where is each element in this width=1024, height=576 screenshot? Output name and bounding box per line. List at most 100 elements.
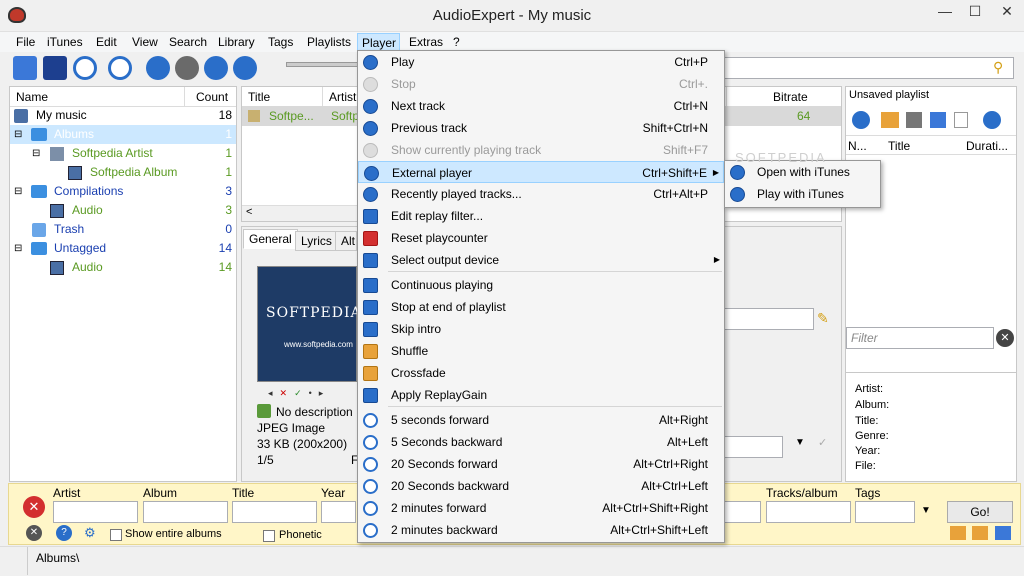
tab-lyrics[interactable]: Lyrics (295, 231, 338, 251)
menu-item-crossfade[interactable]: Crossfade (358, 362, 724, 384)
dropdown-arrow-icon[interactable]: ▼ (795, 437, 805, 448)
edit-playlist-icon[interactable] (930, 112, 946, 128)
tree-row-artist[interactable]: ⊟ Softpedia Artist 1 (10, 144, 236, 163)
go-button[interactable]: Go! (947, 501, 1013, 523)
tree-row-compilations[interactable]: ⊟ Compilations 3 (10, 182, 236, 201)
tags-dropdown-icon[interactable]: ▼ (921, 505, 931, 516)
help-icon[interactable]: ? (56, 525, 72, 541)
menu-item-apply-replaygain[interactable]: Apply ReplayGain (358, 384, 724, 406)
refresh-icon[interactable] (73, 56, 97, 80)
tree-row-audio[interactable]: Audio 14 (10, 258, 236, 277)
play-playlist-icon[interactable] (983, 111, 1001, 129)
tree-row-my-music[interactable]: My music 18 (14, 106, 232, 125)
menu-help[interactable]: ? (449, 33, 464, 51)
tree-row-untagged[interactable]: ⊟ Untagged 14 (10, 239, 236, 258)
collapse-icon[interactable]: ⊟ (32, 144, 40, 163)
menu-item-5s-backward[interactable]: 5 Seconds backward Alt+Left (358, 431, 724, 453)
save-search-icon[interactable] (995, 526, 1011, 540)
collapse-icon[interactable]: ⊟ (14, 125, 22, 144)
collapse-icon[interactable]: ⊟ (14, 182, 22, 201)
menu-item-play[interactable]: Play Ctrl+P (358, 51, 724, 73)
menu-item-2min-backward[interactable]: 2 minutes backward Alt+Ctrl+Shift+Left (358, 519, 724, 541)
back-icon[interactable] (852, 111, 870, 129)
menu-item-stop-at-end[interactable]: Stop at end of playlist (358, 296, 724, 318)
menu-itunes[interactable]: iTunes (43, 33, 87, 51)
import-icon[interactable] (13, 56, 37, 80)
menu-item-previous-track[interactable]: Previous track Shift+Ctrl+N (358, 117, 724, 139)
settings-icon[interactable]: ⚙ (84, 525, 100, 541)
details-field[interactable] (722, 308, 814, 330)
tags-field[interactable] (855, 501, 915, 523)
collapse-icon[interactable]: ⊟ (14, 239, 22, 258)
menu-item-20s-backward[interactable]: 20 Seconds backward Alt+Ctrl+Left (358, 475, 724, 497)
menu-library[interactable]: Library (214, 33, 259, 51)
menu-item-5s-forward[interactable]: 5 seconds forward Alt+Right (358, 409, 724, 431)
next-icon[interactable] (233, 56, 257, 80)
artist-field[interactable] (53, 501, 138, 523)
menu-item-continuous-playing[interactable]: Continuous playing (358, 274, 724, 296)
save-icon[interactable] (43, 56, 67, 80)
filter-input[interactable]: Filter (846, 327, 994, 349)
clear-filter-icon[interactable]: ✕ (996, 329, 1014, 347)
play-icon[interactable] (146, 56, 170, 80)
menu-item-2min-forward[interactable]: 2 minutes forward Alt+Ctrl+Shift+Right (358, 497, 724, 519)
tree-row-album[interactable]: Softpedia Album 1 (10, 163, 236, 182)
tree-row-albums[interactable]: ⊟ Albums 1 (10, 125, 236, 144)
col-header-title[interactable]: Title (888, 136, 910, 156)
menu-item-skip-intro[interactable]: Skip intro (358, 318, 724, 340)
cover-controls[interactable]: ◂✕✓•▸ (268, 388, 330, 399)
tracks-field[interactable] (766, 501, 851, 523)
show-entire-albums-checkbox[interactable] (110, 529, 122, 541)
menu-player[interactable]: Player (357, 33, 400, 51)
volume-slider[interactable] (286, 62, 358, 67)
close-search-icon[interactable]: ✕ (26, 525, 42, 541)
menu-item-next-track[interactable]: Next track Ctrl+N (358, 95, 724, 117)
check-icon[interactable]: ✓ (818, 436, 827, 449)
maximize-button[interactable]: ☐ (960, 0, 990, 24)
col-header-duration[interactable]: Durati... (966, 136, 1008, 156)
menu-item-external-player[interactable]: External player Ctrl+Shift+E ▶ (358, 161, 724, 183)
col-header-artist[interactable]: Artist (322, 87, 362, 107)
col-header-num[interactable]: N... (848, 136, 876, 156)
tab-general[interactable]: General (243, 229, 298, 249)
new-playlist-icon[interactable] (954, 112, 968, 128)
title-field[interactable] (232, 501, 317, 523)
menu-item-select-output-device[interactable]: Select output device ▶ (358, 249, 724, 271)
open-folder-icon[interactable] (881, 112, 899, 128)
save-playlist-icon[interactable] (906, 112, 922, 128)
menu-tags[interactable]: Tags (264, 33, 297, 51)
search-input[interactable] (722, 57, 1014, 79)
menu-playlists[interactable]: Playlists (303, 33, 355, 51)
menu-extras[interactable]: Extras (405, 33, 447, 51)
col-header-bitrate[interactable]: Bitrate (726, 87, 841, 107)
col-header-title[interactable]: Title (242, 87, 322, 107)
album-field[interactable] (143, 501, 228, 523)
close-button[interactable]: ✕ (990, 0, 1024, 24)
menu-file[interactable]: File (12, 33, 39, 51)
open-folder-icon[interactable] (950, 526, 966, 540)
tree-row-audio[interactable]: Audio 3 (10, 201, 236, 220)
undo-icon[interactable] (108, 56, 132, 80)
menu-item-recently-played[interactable]: Recently played tracks... Ctrl+Alt+P (358, 183, 724, 205)
tab-alt[interactable]: Alt (335, 231, 357, 251)
search-icon[interactable]: ⚲ (993, 59, 1003, 76)
menu-item-reset-playcounter[interactable]: Reset playcounter (358, 227, 724, 249)
menu-search[interactable]: Search (165, 33, 211, 51)
play-with-itunes[interactable]: Play with iTunes (725, 183, 880, 205)
menu-edit[interactable]: Edit (92, 33, 121, 51)
tree-header-name[interactable]: Name (10, 87, 184, 107)
menu-item-stop[interactable]: Stop Ctrl+. (358, 73, 724, 95)
menu-item-show-current-track[interactable]: Show currently playing track Shift+F7 (358, 139, 724, 161)
year-field[interactable] (321, 501, 356, 523)
edit-icon[interactable]: ✎ (817, 310, 833, 326)
open-folder-icon[interactable] (972, 526, 988, 540)
tree-row-trash[interactable]: Trash 0 (10, 220, 236, 239)
horizontal-scrollbar[interactable]: < (242, 205, 357, 221)
stop-icon[interactable] (175, 56, 199, 80)
tree-header-count[interactable]: Count (184, 87, 236, 107)
phonetic-checkbox[interactable] (263, 530, 275, 542)
minimize-button[interactable]: — (930, 0, 960, 24)
previous-icon[interactable] (204, 56, 228, 80)
clear-search-icon[interactable]: ✕ (23, 496, 45, 518)
details-field-2[interactable] (722, 436, 783, 458)
